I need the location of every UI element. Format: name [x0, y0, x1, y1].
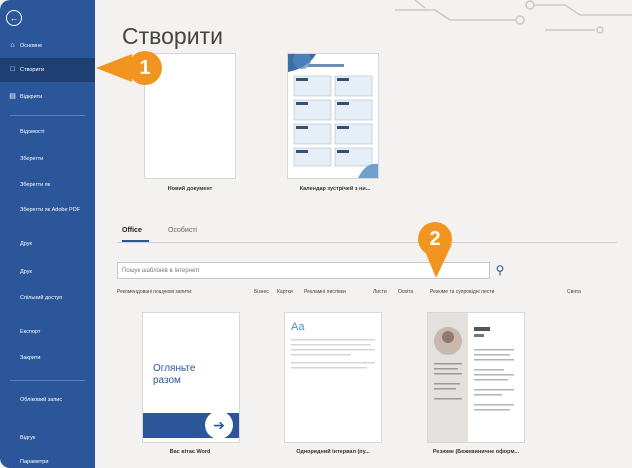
word-backstage-window: ← ⌂ Основне □ Створити ▤ Відкрити Відомо…	[0, 0, 632, 468]
backstage-sidebar: ← ⌂ Основне □ Створити ▤ Відкрити Відомо…	[0, 0, 95, 468]
template-caption: Календар зустрічей з ни...	[299, 186, 371, 192]
folder-icon: ▤	[9, 93, 16, 100]
tabs-divider	[117, 242, 617, 243]
callout-badge-2: 2	[418, 222, 452, 256]
welcome-cover-text: Огляньте разом	[153, 363, 196, 386]
category-link-holidays[interactable]: Свята	[567, 289, 581, 295]
category-link-education[interactable]: Освіта	[398, 289, 413, 295]
template-caption: Однорядний інтервал (пу...	[296, 449, 370, 455]
page-title: Створити	[122, 23, 223, 50]
category-link-business[interactable]: Бізнес	[254, 289, 269, 295]
search-icon[interactable]: ⚲	[491, 261, 509, 280]
category-link-letters[interactable]: Листи	[373, 289, 387, 295]
resume-thumbnail	[428, 313, 514, 442]
text-lines-thumbnail	[291, 339, 375, 369]
welcome-template-tile[interactable]: Огляньте разом ➔	[143, 313, 239, 442]
template-caption: Новий документ	[167, 186, 213, 192]
category-link-resumes[interactable]: Резюме та супровідні листи	[430, 289, 494, 295]
back-arrow-icon[interactable]: ←	[6, 10, 22, 26]
callout-badge-1: 1	[128, 51, 162, 85]
calendar-thumbnail	[288, 51, 378, 178]
home-icon: ⌂	[10, 42, 15, 49]
arrow-right-icon: ➔	[205, 411, 233, 439]
resume-template-tile[interactable]	[428, 313, 524, 442]
single-spaced-template-tile[interactable]: Aa	[285, 313, 381, 442]
suggested-searches-label: Рекомендовані пошукові запити:	[117, 289, 193, 295]
backstage-main: Створити Новий документ Календар зустріч…	[95, 0, 632, 468]
circuit-decoration	[395, 0, 632, 34]
tab-personal[interactable]: Особисті	[168, 227, 197, 234]
category-link-cards[interactable]: Картки	[277, 289, 293, 295]
sidebar-divider	[10, 380, 85, 381]
calendar-template-tile[interactable]	[288, 51, 378, 178]
sidebar-item-home[interactable]: ⌂ Основне	[0, 42, 95, 50]
sidebar-item-open[interactable]: ▤ Відкрити	[0, 93, 95, 101]
sidebar-divider	[10, 115, 85, 116]
template-caption: Резюме (Бежевиничне оформ...	[432, 449, 520, 455]
new-doc-icon: □	[10, 66, 15, 73]
tab-office[interactable]: Office	[122, 227, 142, 234]
template-caption: Вас вітає Word	[169, 449, 211, 455]
sidebar-item-new[interactable]: □ Створити	[0, 58, 95, 82]
category-link-flyers[interactable]: Рекламні листівки	[304, 289, 346, 295]
